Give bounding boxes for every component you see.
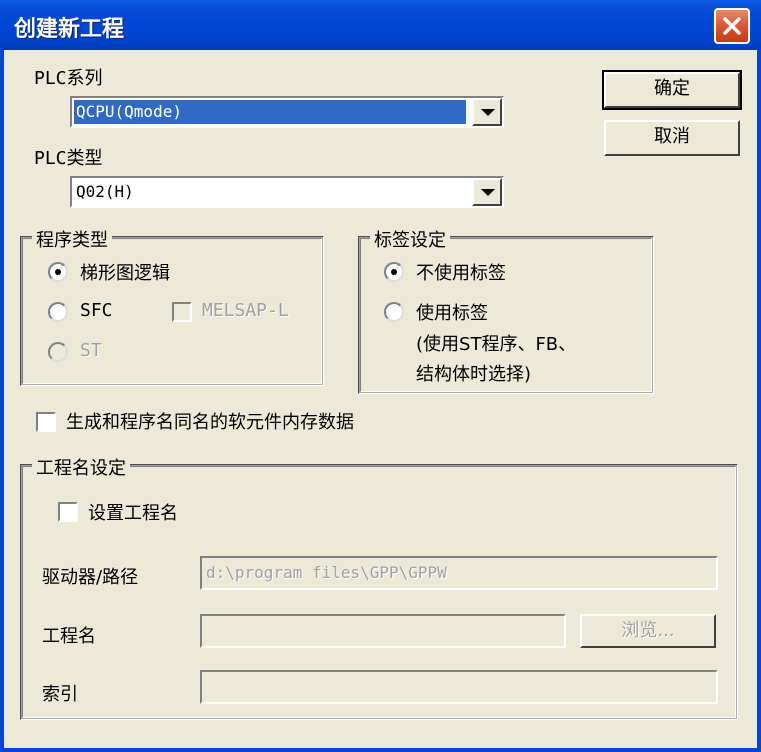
project-name-legend: 工程名设定 [32, 454, 130, 480]
cancel-button-label: 取消 [654, 126, 690, 147]
generate-device-memory-checkbox[interactable] [36, 412, 56, 432]
plc-type-value: Q02(H) [76, 182, 134, 201]
generate-device-memory-label: 生成和程序名同名的软元件内存数据 [66, 412, 354, 433]
set-project-name-label: 设置工程名 [88, 503, 178, 524]
program-type-legend: 程序类型 [32, 226, 112, 252]
ok-button[interactable]: 确定 [602, 70, 742, 110]
plc-type-select[interactable]: Q02(H) [70, 176, 504, 208]
index-input[interactable] [200, 670, 718, 704]
drive-path-input[interactable]: d:\program files\GPP\GPPW [200, 556, 718, 590]
close-icon [723, 17, 741, 35]
drive-path-value: d:\program files\GPP\GPPW [206, 563, 447, 582]
label-setting-legend: 标签设定 [370, 226, 450, 252]
index-label: 索引 [42, 684, 78, 705]
project-name-label: 工程名 [42, 626, 96, 647]
project-name-input[interactable] [200, 614, 566, 648]
sfc-label: SFC [80, 300, 113, 321]
st-label: ST [80, 340, 102, 361]
create-project-dialog: 创建新工程 PLC系列 QCPU(Qmode) PLC类型 Q02(H) 确定 … [0, 0, 761, 752]
chevron-down-icon[interactable] [472, 98, 502, 126]
plc-series-select[interactable]: QCPU(Qmode) [70, 96, 504, 128]
ladder-label: 梯形图逻辑 [80, 263, 170, 284]
dialog-title: 创建新工程 [14, 17, 125, 42]
radio-no-label[interactable] [384, 262, 404, 282]
melsap-label: MELSAP-L [202, 300, 289, 321]
plc-type-label: PLC类型 [34, 148, 103, 169]
use-label-note-2: 结构体时选择) [416, 364, 532, 385]
title-bar[interactable]: 创建新工程 [0, 0, 761, 50]
set-project-name-checkbox[interactable] [58, 502, 78, 522]
radio-st[interactable] [48, 342, 68, 362]
ok-button-label: 确定 [654, 78, 690, 99]
chevron-down-icon[interactable] [472, 178, 502, 206]
browse-button[interactable]: 浏览... [580, 614, 716, 648]
no-label-label: 不使用标签 [416, 263, 506, 284]
use-label-label: 使用标签 [416, 303, 488, 324]
browse-button-label: 浏览... [621, 620, 675, 641]
melsap-checkbox[interactable] [172, 302, 192, 322]
drive-path-label: 驱动器/路径 [42, 567, 139, 588]
cancel-button[interactable]: 取消 [604, 120, 740, 156]
plc-series-value: QCPU(Qmode) [74, 100, 466, 124]
plc-series-label: PLC系列 [34, 68, 103, 89]
radio-ladder[interactable] [48, 262, 68, 282]
radio-use-label[interactable] [384, 302, 404, 322]
radio-sfc[interactable] [48, 302, 68, 322]
close-button[interactable] [714, 8, 750, 44]
use-label-note-1: (使用ST程序、FB、 [416, 334, 577, 355]
